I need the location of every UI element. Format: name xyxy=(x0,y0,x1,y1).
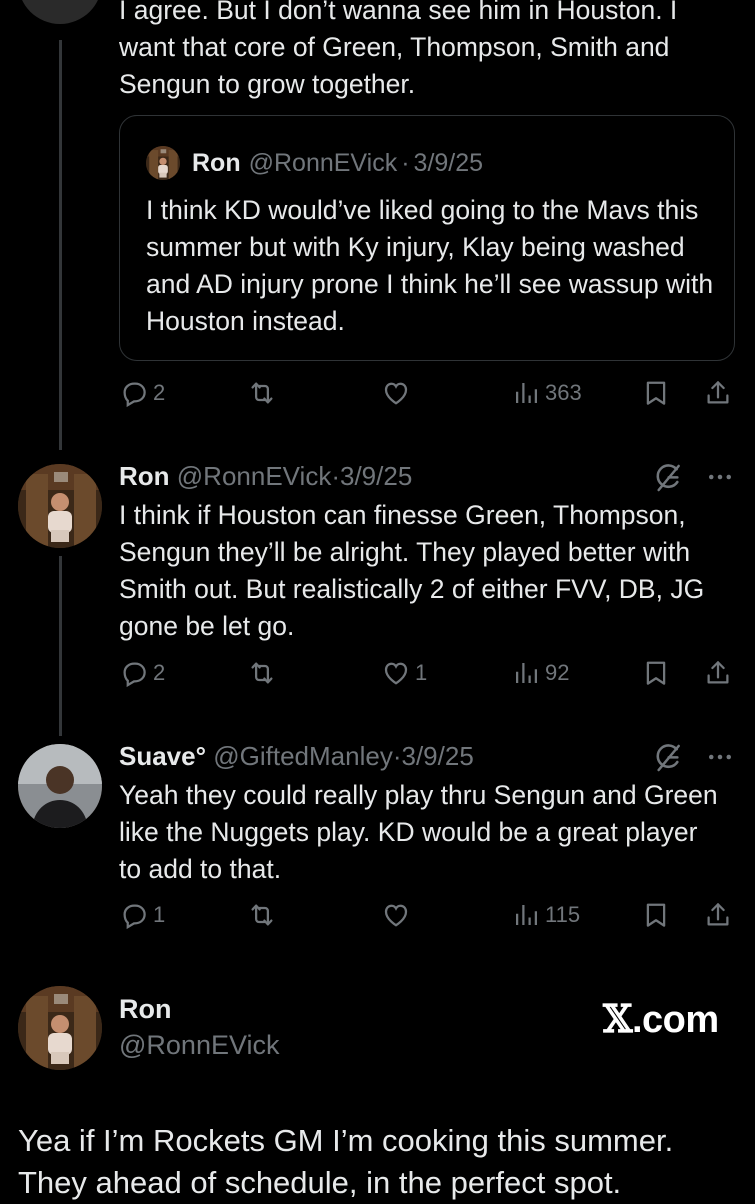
share-icon xyxy=(703,900,733,930)
avatar[interactable] xyxy=(18,744,102,828)
quoted-tweet-text: I think KD would’ve liked going to the M… xyxy=(146,195,714,336)
quoted-tweet[interactable]: Ron @RonnEVick · 3/9/25 I think KD would… xyxy=(119,115,735,361)
share-button[interactable] xyxy=(703,378,733,408)
author-handle[interactable]: @RonnEVick xyxy=(119,1030,279,1061)
quoted-author-name: Ron xyxy=(192,148,241,177)
author-name[interactable]: Suave° xyxy=(119,741,206,771)
quoted-date: 3/9/25 xyxy=(413,148,484,177)
reply-button[interactable]: 2 xyxy=(119,658,165,688)
grok-icon[interactable] xyxy=(652,742,684,774)
tweet-header: Ron @RonnEVick·3/9/25 xyxy=(119,461,412,492)
avatar[interactable] xyxy=(18,0,102,24)
reply-button[interactable]: 2 xyxy=(119,378,165,408)
retweet-button[interactable] xyxy=(247,900,277,930)
brand-suffix: .com xyxy=(631,999,719,1041)
thread-line xyxy=(59,40,62,450)
tweet-text: I think if Houston can finesse Green, Th… xyxy=(119,500,705,641)
author-name[interactable]: Ron xyxy=(119,461,170,491)
tweet-text-line: They ahead of schedule, in the perfect s… xyxy=(18,1165,622,1200)
views-button[interactable]: 92 xyxy=(511,658,569,688)
bookmark-icon xyxy=(641,900,671,930)
separator-dot: · xyxy=(331,461,340,491)
tweet-text-line: Yea if I’m Rockets GM I’m cooking this s… xyxy=(18,1123,674,1158)
avatar[interactable] xyxy=(18,986,102,1070)
like-button[interactable] xyxy=(381,900,411,930)
reply-icon xyxy=(119,658,149,688)
views-count: 92 xyxy=(545,660,570,685)
reply-count: 2 xyxy=(153,380,166,405)
retweet-icon xyxy=(247,378,277,408)
like-count: 1 xyxy=(415,660,428,685)
share-icon xyxy=(703,378,733,408)
views-button[interactable]: 363 xyxy=(511,378,582,408)
tweet-text: Yea if I’m Rockets GM I’m cooking this s… xyxy=(18,1120,748,1204)
like-button[interactable] xyxy=(381,378,411,408)
author-handle[interactable]: @RonnEVick xyxy=(177,461,332,491)
quoted-author-handle: @RonnEVick xyxy=(248,148,398,177)
views-button[interactable]: 115 xyxy=(511,900,580,930)
tweet-date[interactable]: 3/9/25 xyxy=(340,461,412,491)
quoted-avatar xyxy=(146,146,180,180)
share-button[interactable] xyxy=(703,900,733,930)
share-icon xyxy=(703,658,733,688)
more-icon[interactable] xyxy=(705,742,735,772)
tweet-text: I agree. But I don’t wanna see him in Ho… xyxy=(119,0,739,103)
reply-icon xyxy=(119,378,149,408)
tweet-text-line: want that core of Green, Thompson, Smith… xyxy=(119,32,670,62)
views-icon xyxy=(511,658,541,688)
views-count: 363 xyxy=(545,380,582,405)
reply-count: 2 xyxy=(153,660,166,685)
reply-icon xyxy=(119,900,149,930)
author-name[interactable]: Ron xyxy=(119,994,171,1025)
tweet-header: Suave° @GiftedManley·3/9/25 xyxy=(119,741,474,772)
thread-line xyxy=(59,556,62,736)
share-button[interactable] xyxy=(703,658,733,688)
quoted-tweet-header: Ron @RonnEVick · 3/9/25 xyxy=(146,146,483,180)
like-icon xyxy=(381,378,411,408)
like-icon xyxy=(381,900,411,930)
tweet-actions: 2 1 92 xyxy=(119,658,739,698)
bookmark-icon xyxy=(641,658,671,688)
separator-dot: · xyxy=(392,741,402,771)
views-count: 115 xyxy=(545,902,581,927)
tweet-actions: 2 363 xyxy=(119,378,739,418)
retweet-icon xyxy=(247,658,277,688)
tweet-actions: 1 115 xyxy=(119,900,739,940)
bookmark-button[interactable] xyxy=(641,378,671,408)
author-handle[interactable]: @GiftedManley xyxy=(213,741,393,771)
separator-dot: · xyxy=(401,148,410,177)
x-logo-icon: 𝕏 xyxy=(603,996,632,1041)
retweet-icon xyxy=(247,900,277,930)
avatar[interactable] xyxy=(18,464,102,548)
tweet-text-line: I agree. But I don’t wanna see him in Ho… xyxy=(119,0,678,25)
bookmark-icon xyxy=(641,378,671,408)
like-button[interactable]: 1 xyxy=(381,658,427,688)
grok-icon[interactable] xyxy=(652,462,684,494)
tweet-text-line: Sengun to grow together. xyxy=(119,69,416,99)
reply-count: 1 xyxy=(153,902,166,927)
more-icon[interactable] xyxy=(705,462,735,492)
bookmark-button[interactable] xyxy=(641,900,671,930)
retweet-button[interactable] xyxy=(247,378,277,408)
tweet-text: Yeah they could really play thru Sengun … xyxy=(119,780,718,884)
reply-button[interactable]: 1 xyxy=(119,900,165,930)
retweet-button[interactable] xyxy=(247,658,277,688)
views-icon xyxy=(511,900,541,930)
views-icon xyxy=(511,378,541,408)
bookmark-button[interactable] xyxy=(641,658,671,688)
brand-watermark: 𝕏.com xyxy=(603,996,719,1042)
tweet-date[interactable]: 3/9/25 xyxy=(402,741,474,771)
like-icon xyxy=(381,658,411,688)
